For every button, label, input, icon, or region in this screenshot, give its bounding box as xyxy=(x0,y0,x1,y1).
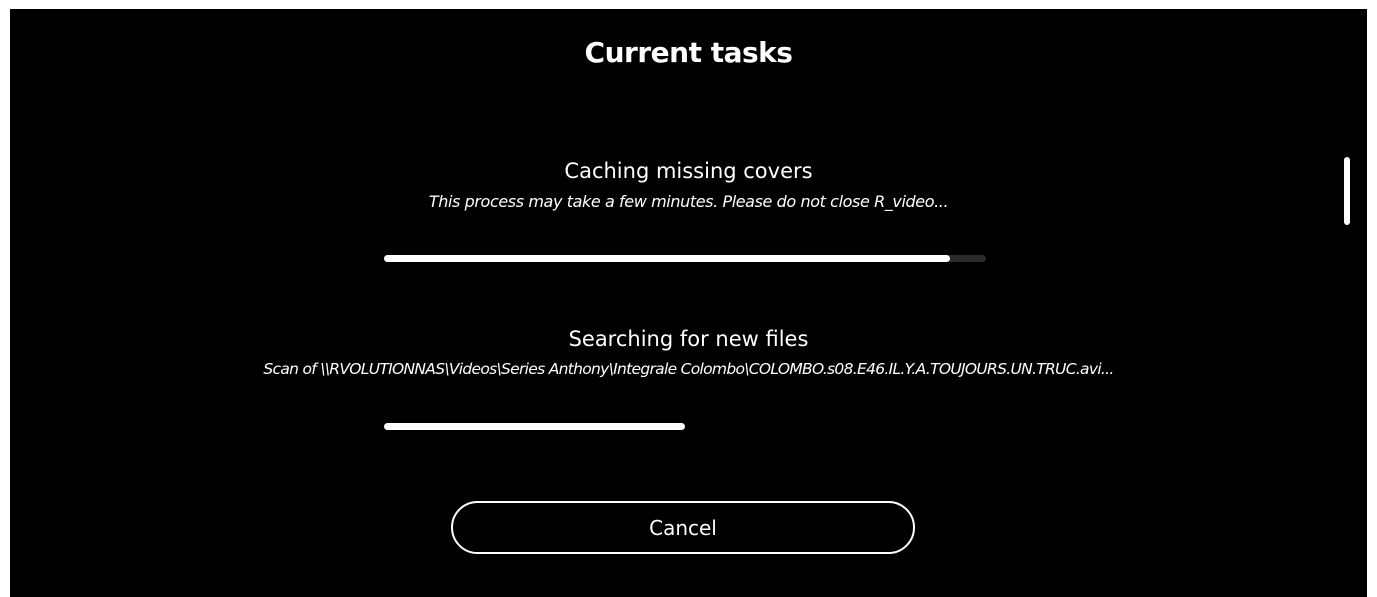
scrollbar-thumb[interactable] xyxy=(1344,157,1350,225)
task-description: Scan of \\RVOLUTIONNAS\Videos\Series Ant… xyxy=(263,360,1114,378)
current-tasks-dialog: Current tasks Caching missing covers Thi… xyxy=(10,9,1367,597)
task-title: Caching missing covers xyxy=(564,159,813,183)
task-progress-fill xyxy=(384,423,685,430)
cancel-button[interactable]: Cancel xyxy=(451,501,915,554)
task-title: Searching for new files xyxy=(568,327,809,351)
task-progress-bar xyxy=(384,255,986,262)
task-progress-fill xyxy=(384,255,950,262)
task-searching-files: Searching for new files Scan of \\RVOLUT… xyxy=(10,327,1367,378)
task-description: This process may take a few minutes. Ple… xyxy=(428,192,949,211)
task-caching-covers: Caching missing covers This process may … xyxy=(10,159,1367,211)
dialog-title: Current tasks xyxy=(584,36,793,69)
task-progress-bar xyxy=(384,423,986,430)
